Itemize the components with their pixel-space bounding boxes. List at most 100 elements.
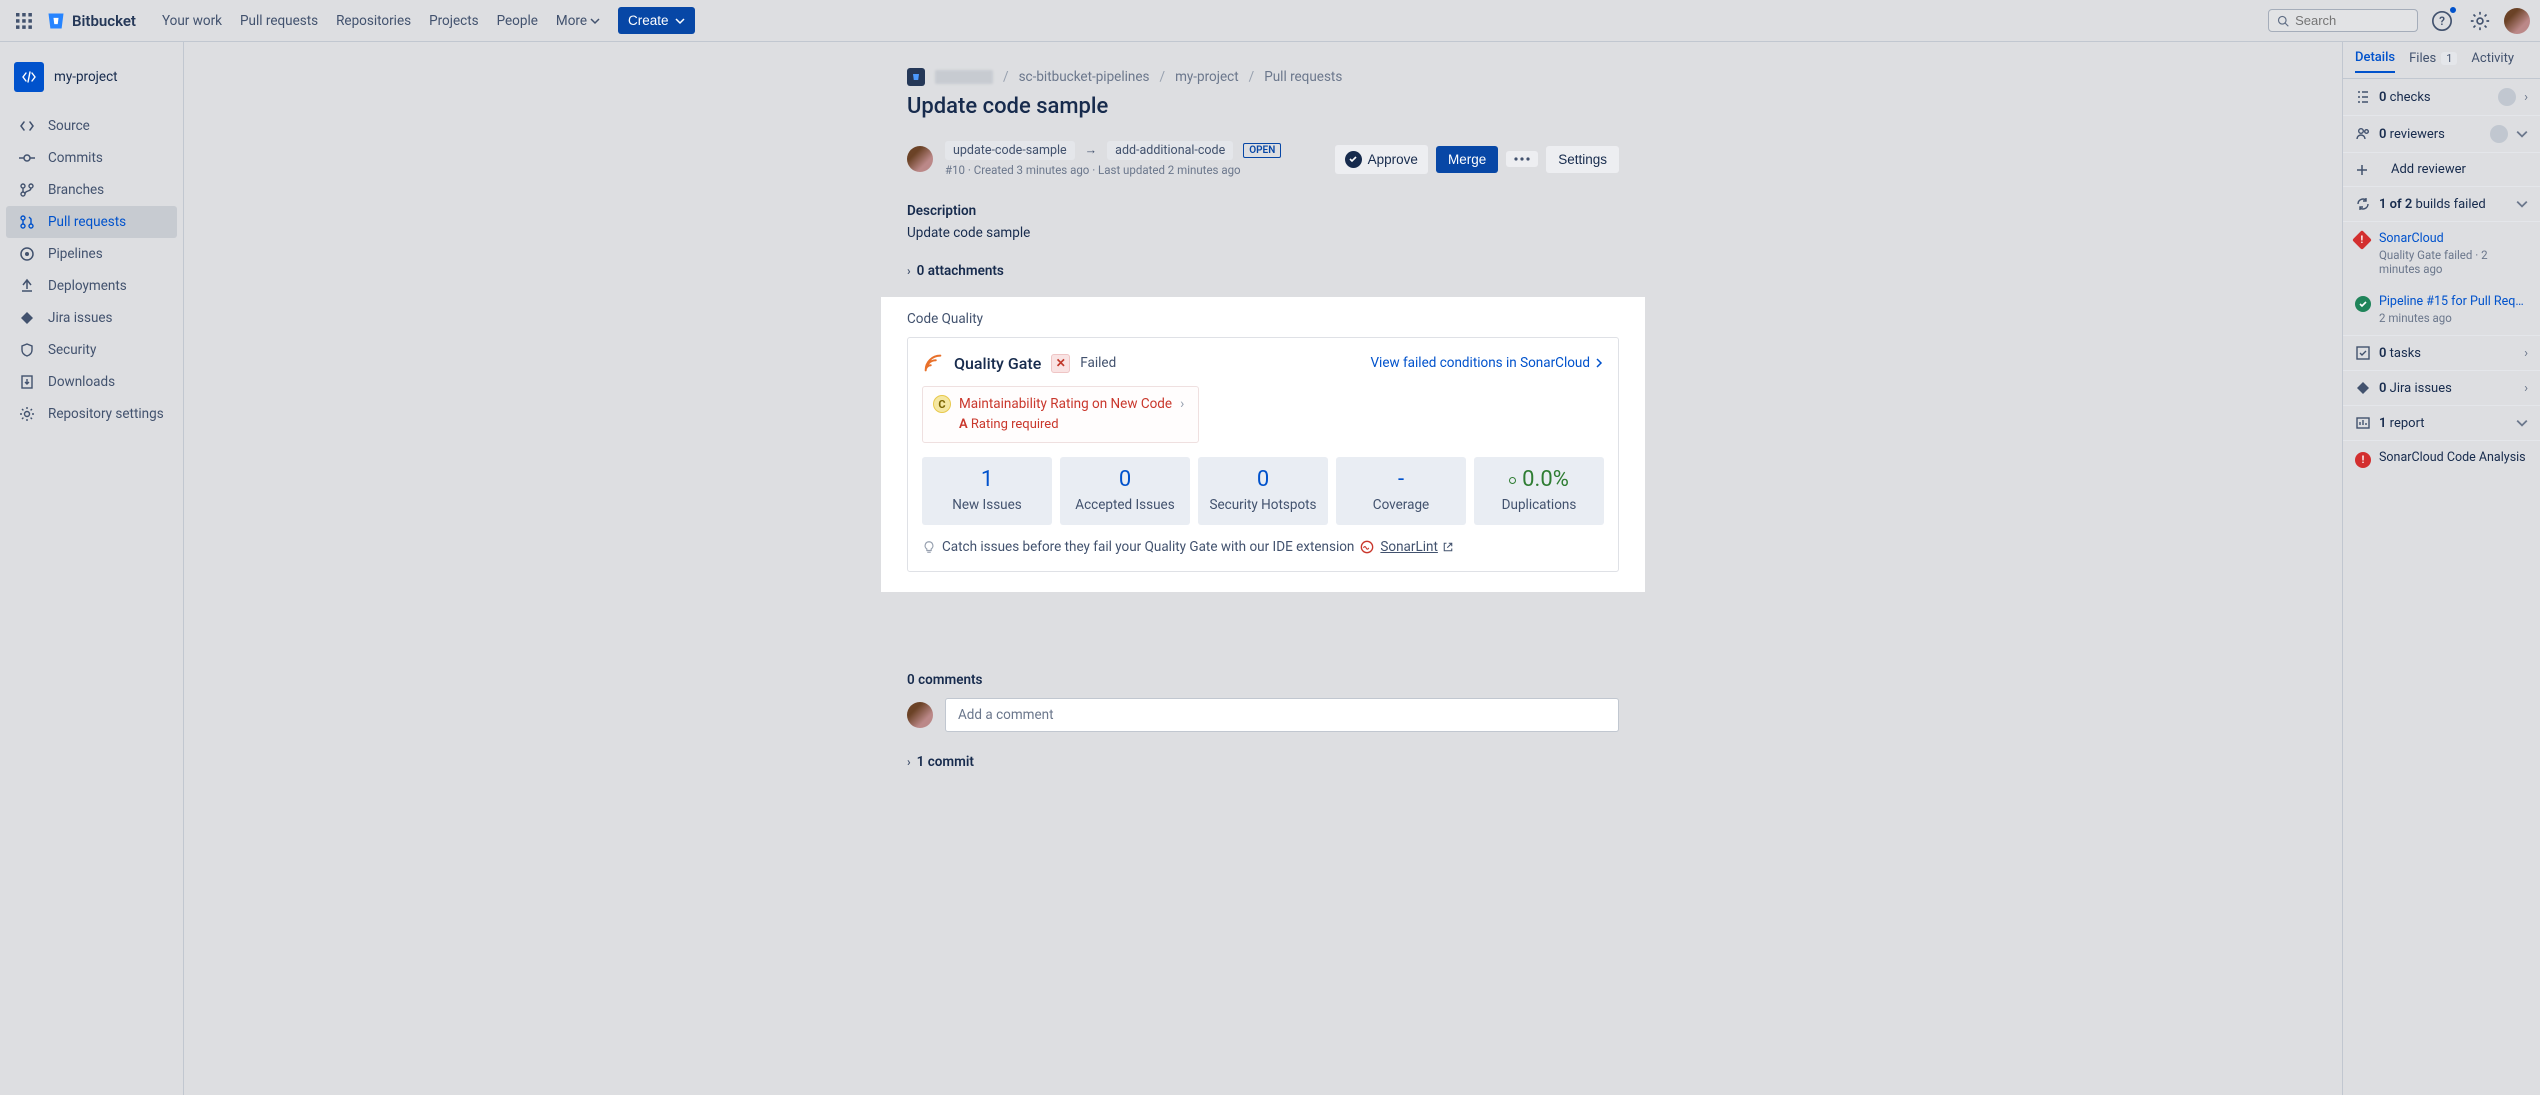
quality-gate-card: Quality Gate ✕ Failed View failed condit… [907, 337, 1619, 572]
task-icon [2355, 345, 2371, 361]
chevron-right-icon: › [907, 264, 911, 278]
metric-accepted-issues[interactable]: 0Accepted Issues [1060, 457, 1190, 525]
sidebar-item-security[interactable]: Security [6, 334, 177, 366]
reports-row[interactable]: 1 report [2343, 406, 2540, 441]
user-avatar[interactable] [2504, 8, 2530, 34]
report-item[interactable]: ! SonarCloud Code Analysis [2343, 441, 2540, 480]
placeholder-avatar [2498, 88, 2516, 106]
approve-button[interactable]: Approve [1335, 145, 1428, 174]
create-button[interactable]: Create [618, 7, 695, 34]
sidebar-item-pull-requests[interactable]: Pull requests [6, 206, 177, 238]
sonarlint-link[interactable]: SonarLint [1380, 539, 1454, 555]
sonar-icon [922, 352, 944, 374]
help-icon[interactable]: ? [2428, 7, 2456, 35]
search-field[interactable] [2295, 13, 2409, 28]
build-item-pass[interactable]: Pipeline #15 for Pull Request #... 2 min… [2343, 285, 2540, 336]
tab-activity[interactable]: Activity [2471, 50, 2514, 72]
workspace-icon [907, 68, 925, 86]
right-panel: Details Files 1 Activity 0 checks › 0 re… [2342, 42, 2540, 1095]
chevron-down-icon [675, 16, 685, 26]
sidebar-item-repository-settings[interactable]: Repository settings [6, 398, 177, 430]
deploy-icon [18, 277, 36, 295]
gear-icon [18, 405, 36, 423]
bc-repo[interactable]: sc-bitbucket-pipelines [1019, 69, 1150, 85]
fail-diamond-icon: ! [2352, 230, 2372, 250]
build-item-fail[interactable]: ! SonarCloud Quality Gate failed · 2 min… [2343, 222, 2540, 285]
quality-gate-status: Failed [1080, 355, 1116, 371]
project-name: my-project [54, 69, 118, 85]
sync-icon [2355, 196, 2371, 212]
settings-icon[interactable] [2466, 7, 2494, 35]
quality-gate-title: Quality Gate [954, 354, 1041, 373]
tasks-row[interactable]: 0 tasks › [2343, 336, 2540, 371]
sidebar-item-jira-issues[interactable]: Jira issues [6, 302, 177, 334]
more-actions-button[interactable] [1506, 151, 1538, 167]
source-branch-chip[interactable]: update-code-sample [945, 141, 1075, 160]
sonarlint-icon [1360, 540, 1374, 554]
project-chip[interactable]: my-project [6, 56, 177, 98]
checks-row[interactable]: 0 checks › [2343, 79, 2540, 116]
sidebar: my-project SourceCommitsBranchesPull req… [0, 42, 184, 1095]
author-avatar[interactable] [907, 146, 933, 172]
nav-repositories[interactable]: Repositories [336, 13, 411, 29]
workspace-name-redacted [935, 70, 993, 84]
jira-row[interactable]: 0 Jira issues › [2343, 371, 2540, 406]
branch-icon [18, 181, 36, 199]
attachments-toggle[interactable]: › 0 attachments [907, 263, 1619, 279]
commenter-avatar[interactable] [907, 702, 933, 728]
nav-people[interactable]: People [497, 13, 538, 29]
sidebar-item-downloads[interactable]: Downloads [6, 366, 177, 398]
description-heading: Description [907, 203, 1619, 219]
merge-button[interactable]: Merge [1436, 146, 1498, 173]
target-branch-chip[interactable]: add-additional-code [1107, 141, 1233, 160]
metric-coverage[interactable]: -Coverage [1336, 457, 1466, 525]
search-input[interactable] [2268, 9, 2418, 32]
nav-your-work[interactable]: Your work [162, 13, 222, 29]
pass-check-icon [2355, 296, 2371, 312]
bc-project[interactable]: my-project [1175, 69, 1239, 85]
metric-new-issues[interactable]: 1New Issues [922, 457, 1052, 525]
view-conditions-link[interactable]: View failed conditions in SonarCloud [1370, 355, 1604, 371]
failed-condition-card[interactable]: C Maintainability Rating on New Code › A… [922, 386, 1199, 443]
search-icon [2277, 14, 2289, 28]
lightbulb-icon [922, 540, 936, 554]
sidebar-item-source[interactable]: Source [6, 110, 177, 142]
chevron-down-icon [2516, 198, 2528, 210]
chevron-down-icon [590, 16, 600, 26]
product-name: Bitbucket [72, 12, 136, 30]
sidebar-item-pipelines[interactable]: Pipelines [6, 238, 177, 270]
bitbucket-icon [46, 11, 66, 31]
chevron-right-icon: › [1180, 396, 1184, 412]
jira-icon [2355, 380, 2371, 396]
metric-security-hotspots[interactable]: 0Security Hotspots [1198, 457, 1328, 525]
tab-files[interactable]: Files 1 [2409, 50, 2457, 72]
tab-details[interactable]: Details [2355, 50, 2395, 73]
required-text: Rating required [971, 417, 1059, 432]
nav-projects[interactable]: Projects [429, 13, 479, 29]
reviewers-row[interactable]: 0 reviewers [2343, 116, 2540, 153]
ellipsis-icon [1514, 157, 1530, 161]
sidebar-item-branches[interactable]: Branches [6, 174, 177, 206]
add-reviewer-row[interactable]: Add reviewer [2343, 153, 2540, 187]
sidebar-item-deployments[interactable]: Deployments [6, 270, 177, 302]
download-icon [18, 373, 36, 391]
comment-input[interactable]: Add a comment [945, 698, 1619, 732]
shield-icon [18, 341, 36, 359]
product-logo[interactable]: Bitbucket [46, 11, 136, 31]
chevron-right-icon [1594, 358, 1604, 368]
chevron-right-icon: › [2524, 90, 2528, 105]
builds-row[interactable]: 1 of 2 builds failed [2343, 187, 2540, 222]
placeholder-avatar [2490, 125, 2508, 143]
metric-duplications[interactable]: 0.0%Duplications [1474, 457, 1604, 525]
bc-section[interactable]: Pull requests [1264, 69, 1342, 85]
nav-more[interactable]: More [556, 13, 600, 29]
sidebar-item-commits[interactable]: Commits [6, 142, 177, 174]
pr-settings-button[interactable]: Settings [1546, 146, 1619, 173]
pr-icon [18, 213, 36, 231]
arrow-right-icon: → [1085, 143, 1098, 158]
pr-meta: #10 · Created 3 minutes ago · Last updat… [945, 163, 1281, 177]
nav-pull-requests[interactable]: Pull requests [240, 13, 318, 29]
commits-toggle[interactable]: › 1 commit [907, 754, 1619, 770]
project-icon [14, 62, 44, 92]
app-switcher-icon[interactable] [10, 7, 38, 35]
